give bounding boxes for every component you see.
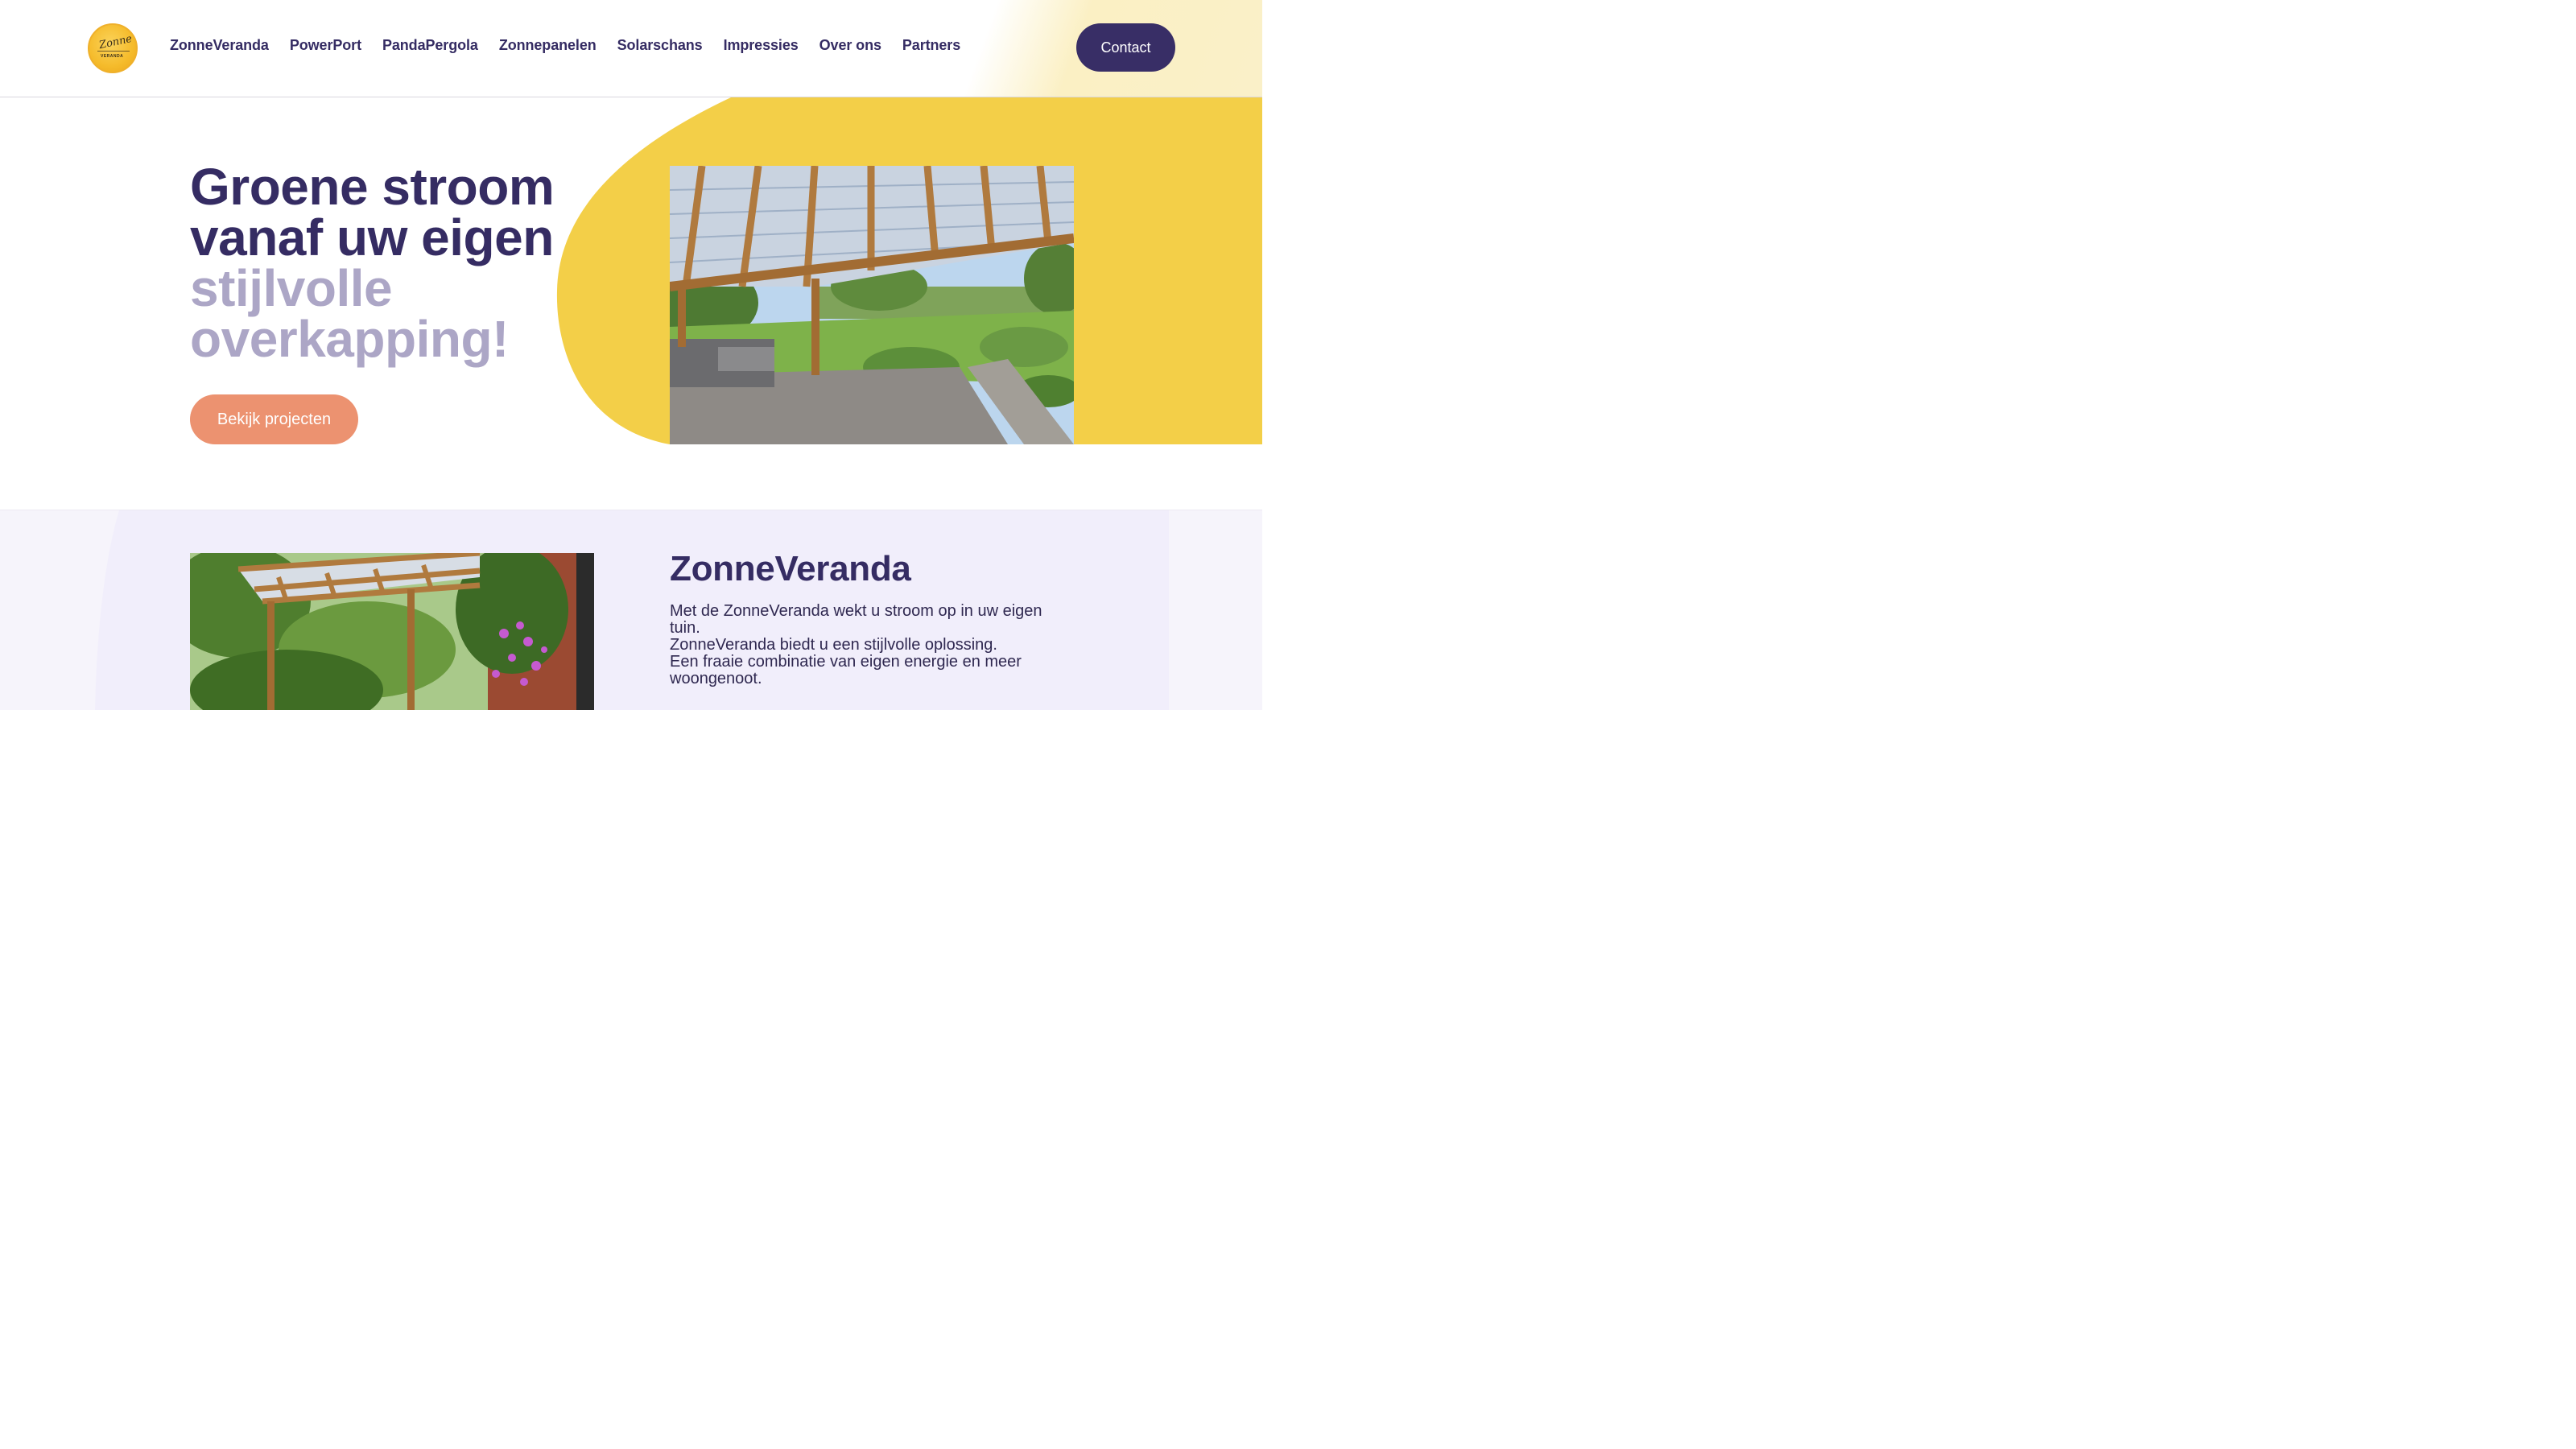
section-description-line-1: Met de ZonneVeranda wekt u stroom op in …: [670, 602, 1042, 637]
main-nav: ZonneVeranda PowerPort PandaPergola Zonn…: [170, 37, 960, 54]
hero-title-line-2: vanaf uw eigen: [190, 208, 554, 266]
section-description: Met de ZonneVeranda wekt u stroom op in …: [670, 603, 1072, 687]
contact-button[interactable]: Contact: [1076, 23, 1175, 72]
nav-item-partners[interactable]: Partners: [902, 37, 960, 54]
nav-item-powerport[interactable]: PowerPort: [290, 37, 361, 54]
zonneveranda-section: ZonneVeranda Met de ZonneVeranda wekt u …: [0, 510, 1262, 710]
hero-section: Groene stroom vanaf uw eigen stijlvolle …: [0, 97, 1262, 510]
site-logo[interactable]: Zonne VERANDA: [88, 23, 138, 73]
logo-sub-text: VERANDA: [101, 54, 124, 59]
hero-title-line-3: stijlvolle: [190, 259, 393, 317]
section-title: ZonneVeranda: [670, 549, 911, 588]
logo-script-text: Zonne: [97, 32, 134, 52]
logo-underline: [97, 51, 130, 52]
section-description-line-3: Een fraaie combinatie van eigen energie …: [670, 653, 1022, 687]
view-projects-button[interactable]: Bekijk projecten: [190, 394, 358, 444]
hero-title-line-1: Groene stroom: [190, 158, 555, 216]
nav-item-zonnepanelen[interactable]: Zonnepanelen: [499, 37, 597, 54]
nav-item-impressies[interactable]: Impressies: [724, 37, 799, 54]
hero-title-line-4: overkapping!: [190, 310, 509, 368]
nav-item-solarschans[interactable]: Solarschans: [617, 37, 703, 54]
nav-item-over-ons[interactable]: Over ons: [819, 37, 881, 54]
nav-item-pandapergola[interactable]: PandaPergola: [382, 37, 478, 54]
section-description-line-2: ZonneVeranda biedt u een stijlvolle oplo…: [670, 636, 997, 654]
nav-item-zonneveranda[interactable]: ZonneVeranda: [170, 37, 269, 54]
hero-title: Groene stroom vanaf uw eigen stijlvolle …: [190, 158, 609, 368]
hero-pergola-photo: [670, 166, 1074, 444]
site-header: Zonne VERANDA ZonneVeranda PowerPort Pan…: [0, 0, 1262, 97]
veranda-photo: [190, 553, 594, 710]
